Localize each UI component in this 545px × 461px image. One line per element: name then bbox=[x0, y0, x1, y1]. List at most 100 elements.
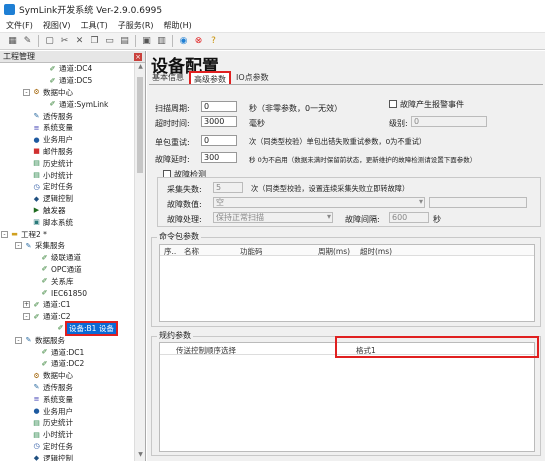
new-file-icon[interactable]: ▢ bbox=[43, 35, 56, 48]
chevron-down-icon[interactable]: ▾ bbox=[419, 197, 423, 206]
chevron-down-icon[interactable]: ▾ bbox=[327, 212, 331, 221]
tree-item[interactable]: ▶ 触发器 bbox=[0, 205, 134, 217]
tab-advanced-params[interactable]: 高级参数 bbox=[189, 71, 231, 84]
tree-item[interactable]: ✐ IEC61850 bbox=[0, 287, 134, 299]
alarm-event-checkbox[interactable] bbox=[389, 100, 397, 108]
channel-icon: ✐ bbox=[33, 312, 40, 321]
tree-item-label: 小时统计 bbox=[43, 170, 73, 180]
tree-item[interactable]: ▤ 历史统计 bbox=[0, 417, 134, 429]
collect-count-input[interactable]: 5 bbox=[213, 182, 243, 193]
collapse-icon[interactable]: - bbox=[23, 88, 30, 96]
tree-item[interactable]: ✐ 通道:DC1 bbox=[0, 346, 134, 358]
new-project-icon[interactable]: ▦ bbox=[6, 35, 19, 48]
copy-icon[interactable]: ❐ bbox=[88, 35, 101, 48]
delete-icon[interactable]: ✕ bbox=[73, 35, 86, 48]
channel-icon: ✐ bbox=[41, 289, 48, 298]
menu-file[interactable]: 文件(F) bbox=[6, 20, 33, 31]
tree-item[interactable]: + ✐ 通道:C1 bbox=[0, 299, 134, 311]
wizard-icon[interactable]: ✎ bbox=[21, 35, 34, 48]
service-icon: ✎ bbox=[33, 383, 40, 392]
tree-item[interactable]: ▤ 历史统计 bbox=[0, 157, 134, 169]
window-title: SymLink开发系统 Ver-2.9.0.6995 bbox=[19, 5, 163, 16]
save-as-icon[interactable]: ▥ bbox=[155, 35, 168, 48]
fault-delay-input[interactable]: 300 bbox=[201, 152, 237, 163]
command-col-timeout[interactable]: 超时(ms) bbox=[360, 246, 392, 257]
fault-interval-unit: 秒 bbox=[433, 215, 441, 224]
tree-item[interactable]: ✐ 通道:DC5 bbox=[0, 75, 134, 87]
tree-item[interactable]: ✎ 透传服务 bbox=[0, 382, 134, 394]
fault-value-extra-input[interactable] bbox=[429, 197, 527, 208]
help-icon[interactable]: ? bbox=[207, 35, 220, 48]
tree-item[interactable]: ▤ 小时统计 bbox=[0, 429, 134, 441]
scan-period-label: 扫描周期: bbox=[155, 104, 190, 113]
scroll-up-icon[interactable]: ▲ bbox=[135, 63, 145, 73]
tree-item[interactable]: - ▬ 工程2 * bbox=[0, 228, 134, 240]
expand-icon[interactable]: + bbox=[23, 301, 30, 309]
fault-value-select[interactable]: 空 bbox=[213, 197, 425, 208]
collect-count-unit: 次（同类型校验，设置连续采集失败立即转故障） bbox=[251, 184, 410, 193]
collapse-icon[interactable]: - bbox=[23, 313, 30, 321]
timer-icon: ◷ bbox=[33, 442, 40, 451]
tree-item[interactable]: ▤ 小时统计 bbox=[0, 169, 134, 181]
tree-scrollbar[interactable]: ▲ ▼ bbox=[134, 63, 145, 461]
tree-item[interactable]: ≡ 系统变量 bbox=[0, 122, 134, 134]
project-panel-header: 工程管理 × bbox=[0, 51, 145, 63]
open-folder-icon[interactable]: ▭ bbox=[103, 35, 116, 48]
command-params-table[interactable]: 序.. 名称 功能码 周期(ms) 超时(ms) bbox=[159, 244, 535, 322]
tab-io-params[interactable]: IO点参数 bbox=[233, 71, 272, 84]
tree-item[interactable]: ■ 邮件服务 bbox=[0, 146, 134, 158]
menu-help[interactable]: 帮助(H) bbox=[164, 20, 192, 31]
tree-item[interactable]: ● 业务用户 bbox=[0, 134, 134, 146]
alarm-level-label: 级别: bbox=[389, 119, 408, 128]
stop-icon[interactable]: ⊗ bbox=[192, 35, 205, 48]
tab-basic-info[interactable]: 基本信息 bbox=[149, 71, 187, 84]
scroll-down-icon[interactable]: ▼ bbox=[135, 451, 145, 461]
tree-item[interactable]: ≡ 系统变量 bbox=[0, 393, 134, 405]
tree-item-label: 业务用户 bbox=[43, 135, 73, 145]
retry-input[interactable]: 0 bbox=[201, 135, 237, 146]
tree-item[interactable]: ✐ 关系库 bbox=[0, 275, 134, 287]
close-icon[interactable]: × bbox=[134, 52, 142, 61]
paste-icon[interactable]: ▤ bbox=[118, 35, 131, 48]
collapse-icon[interactable]: - bbox=[1, 230, 8, 238]
tree-item[interactable]: ⚙ 数据中心 bbox=[0, 370, 134, 382]
tree-item[interactable]: - ✐ 通道:C2 bbox=[0, 311, 134, 323]
tree-item[interactable]: ◆ 逻辑控制 bbox=[0, 452, 134, 461]
tree-item[interactable]: ● 业务用户 bbox=[0, 405, 134, 417]
collapse-icon[interactable]: - bbox=[15, 336, 22, 344]
command-col-function-code[interactable]: 功能码 bbox=[240, 246, 263, 257]
menu-tools[interactable]: 工具(T) bbox=[81, 20, 108, 31]
cut-icon[interactable]: ✂ bbox=[58, 35, 71, 48]
tree-item[interactable]: ✐ 通道:DC4 bbox=[0, 63, 134, 75]
fault-handle-select[interactable]: 保持正常扫描 bbox=[213, 212, 333, 223]
tree-item[interactable]: - ✎ 采集服务 bbox=[0, 240, 134, 252]
timeout-input[interactable]: 3000 bbox=[201, 116, 237, 127]
tree-item[interactable]: ✐ 通道:SymLink bbox=[0, 98, 134, 110]
tree-item[interactable]: ◷ 定时任务 bbox=[0, 181, 134, 193]
protocol-params-table[interactable]: 传送控制顺序选择 格式1 bbox=[159, 342, 535, 452]
menu-view[interactable]: 视图(V) bbox=[43, 20, 71, 31]
collapse-icon[interactable]: - bbox=[15, 242, 22, 250]
tree-item[interactable]: ✐ 通道:DC2 bbox=[0, 358, 134, 370]
toolbar-separator bbox=[38, 35, 39, 47]
tree-item[interactable]: - ✎ 数据服务 bbox=[0, 334, 134, 346]
tree-item[interactable]: - ⚙ 数据中心 bbox=[0, 87, 134, 99]
tree-item[interactable]: ▣ 脚本系统 bbox=[0, 216, 134, 228]
tree-item[interactable]: ✎ 透传服务 bbox=[0, 110, 134, 122]
command-col-period[interactable]: 周期(ms) bbox=[318, 246, 350, 257]
tree-item[interactable]: ◷ 定时任务 bbox=[0, 441, 134, 453]
menu-subservice[interactable]: 子服务(R) bbox=[118, 20, 154, 31]
tree-item[interactable]: ✐ 级联通道 bbox=[0, 252, 134, 264]
timeout-unit: 毫秒 bbox=[249, 119, 265, 128]
save-icon[interactable]: ▣ bbox=[140, 35, 153, 48]
network-icon[interactable]: ◉ bbox=[177, 35, 190, 48]
command-col-index[interactable]: 序.. bbox=[164, 246, 176, 257]
tree-item[interactable]: ◆ 逻辑控制 bbox=[0, 193, 134, 205]
command-col-name[interactable]: 名称 bbox=[184, 246, 199, 257]
alarm-level-input[interactable]: 0 bbox=[411, 116, 487, 127]
tree-item[interactable]: ✐ 设备:B1 设备 bbox=[0, 320, 134, 336]
scan-period-input[interactable]: 0 bbox=[201, 101, 237, 112]
scroll-thumb[interactable] bbox=[137, 77, 143, 173]
tree-item[interactable]: ✐ OPC通道 bbox=[0, 264, 134, 276]
fault-interval-input[interactable]: 600 bbox=[389, 212, 429, 223]
